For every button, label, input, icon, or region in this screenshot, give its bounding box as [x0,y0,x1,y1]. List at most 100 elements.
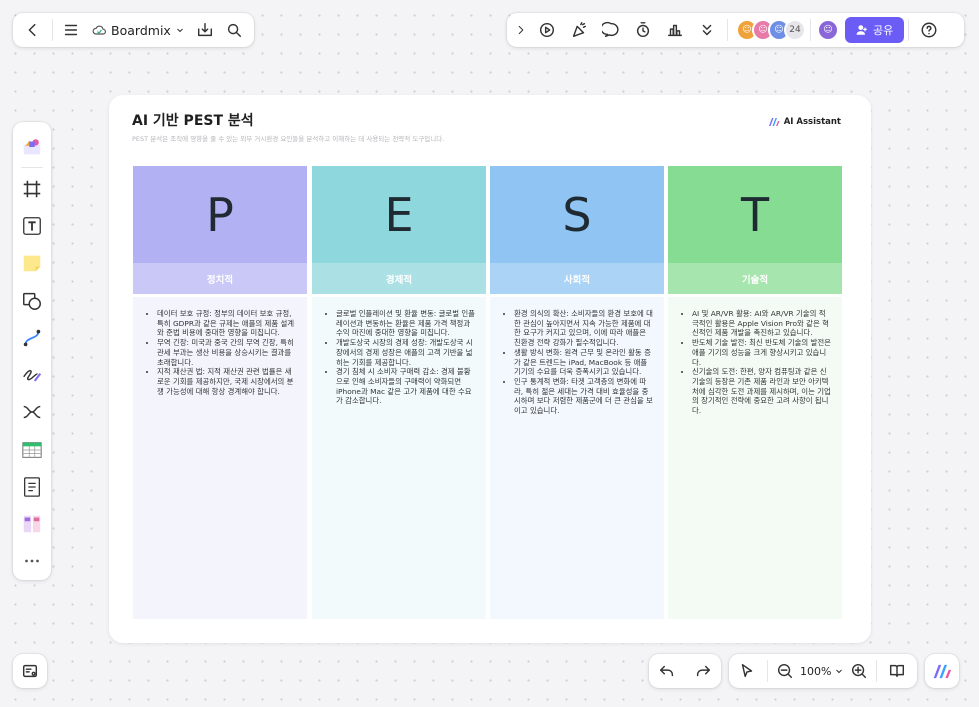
more-tools-button[interactable] [691,14,723,46]
kanban-tool[interactable] [13,505,51,542]
collapse-button[interactable] [511,14,531,46]
bottom-left-panel [13,654,47,688]
menu-button[interactable] [56,14,85,46]
factor-item: 개발도상국 시장의 경제 성장: 개발도상국 시장에서의 경제 성장은 애플의 … [336,338,476,367]
chevron-right-icon [518,25,524,35]
factor-item: 경기 침체 시 소비자 구매력 감소: 경제 불황으로 인해 소비자들의 구매력… [336,367,476,406]
pest-column-body[interactable]: AI 및 AR/VR 활용: AI와 AR/VR 기술의 적극적인 활용은 Ap… [668,297,842,619]
search-button[interactable] [219,14,248,46]
help-icon [921,22,937,38]
factor-list: 데이터 보호 규정: 정부의 데이터 보호 규정, 특히 GDPR과 같은 규제… [141,309,297,396]
select-tool-button[interactable] [731,655,763,687]
zoom-out-button[interactable] [772,655,798,687]
user-avatar[interactable]: ☺ [817,19,839,41]
document-tool[interactable] [13,468,51,505]
share-button[interactable]: 공유 [845,17,905,43]
pest-category-label: 사회적 [490,263,664,294]
top-left-toolbar: Boardmix [13,13,254,47]
vote-button[interactable] [659,14,691,46]
page-title: AI 기반 PEST 분석 [132,113,254,129]
factor-item: 데이터 보호 규정: 정부의 데이터 보호 규정, 특히 GDPR과 같은 규제… [157,309,297,338]
pest-column-body[interactable]: 데이터 보호 규정: 정부의 데이터 보호 규정, 특히 GDPR과 같은 규제… [133,297,307,619]
left-toolbar [13,122,51,580]
divider [810,19,811,41]
help-button[interactable] [913,14,945,46]
ai-button[interactable] [926,655,958,687]
pest-column-t[interactable]: T 기술적 [668,166,842,294]
ai-panel [925,654,959,688]
divider [21,167,43,169]
factor-item: AI 및 AR/VR 활용: AI와 AR/VR 기술의 적극적인 활용은 Ap… [692,309,832,338]
divider [876,660,878,682]
party-popper-icon [572,22,587,38]
redo-button[interactable] [687,655,719,687]
undo-icon [659,665,674,677]
comment-button[interactable] [595,14,627,46]
zoom-out-icon [777,663,793,679]
reading-mode-button[interactable] [881,655,913,687]
collaborators[interactable]: ☺ ☺ ☺ 24 [736,19,806,41]
frame-tool[interactable] [13,170,51,207]
more-tools-button[interactable] [13,543,51,580]
pest-category-label: 경제적 [312,263,486,294]
document-icon [24,477,40,497]
zoom-level-dropdown[interactable]: 100% [798,665,846,678]
book-icon [890,664,905,678]
zoom-level: 100% [800,664,832,678]
connector-icon [23,329,41,347]
app-switcher[interactable]: Boardmix [85,16,191,44]
cloud-icon [92,25,107,35]
connector-tool[interactable] [13,319,51,356]
sticky-note-tool[interactable] [13,245,51,282]
download-button[interactable] [191,14,220,46]
divider [908,19,910,41]
shapes-icon [23,292,41,310]
cursor-icon [741,663,753,678]
chevron-down-icon [176,28,183,33]
pest-category-label: 기술적 [668,263,842,294]
pest-column-e[interactable]: E 경제적 [312,166,486,294]
ai-logo-icon [933,664,952,678]
factor-item: 무역 긴장: 미국과 중국 간의 무역 긴장, 특히 관세 부과는 생산 비용을… [157,338,297,367]
timer-icon [636,22,650,38]
mindmap-tool[interactable] [13,394,51,431]
factor-list: 환경 의식의 확산: 소비자들의 환경 보호에 대한 관심이 높아지면서 지속 … [498,309,654,416]
celebrate-button[interactable] [563,14,595,46]
shape-tool[interactable] [13,282,51,319]
pest-column-body[interactable]: 환경 의식의 확산: 소비자들의 환경 보호에 대한 관심이 높아지면서 지속 … [490,297,664,619]
pest-letter: P [133,166,307,263]
pest-letter: T [668,166,842,263]
back-button[interactable] [19,14,48,46]
frame-icon [23,180,41,198]
kanban-icon [23,515,41,533]
collaborator-count[interactable]: 24 [784,19,806,41]
minimap-button[interactable] [14,655,46,687]
text-tool[interactable] [13,207,51,244]
factor-item: 인구 통계적 변화: 타겟 고객층의 변화에 따라, 특히 젊은 세대는 가격 … [514,377,654,416]
table-tool[interactable] [13,431,51,468]
templates-tool[interactable] [13,128,51,165]
pest-column-s[interactable]: S 사회적 [490,166,664,294]
ai-assistant-button[interactable]: AI Assistant [768,117,841,127]
pest-column-body[interactable]: 글로벌 인플레이션 및 환율 변동: 글로벌 인플레이션과 변동하는 환율은 제… [312,297,486,619]
factor-item: 환경 의식의 확산: 소비자들의 환경 보호에 대한 관심이 높아지면서 지속 … [514,309,654,348]
pen-tool[interactable] [13,356,51,393]
zoom-in-button[interactable] [846,655,872,687]
app-name: Boardmix [111,22,171,38]
text-icon [23,217,41,235]
factor-item: 지적 재산권 법: 지적 재산권 관련 법률은 새로운 기회를 제공하지만, 국… [157,367,297,396]
pest-board[interactable]: AI 기반 PEST 분석 PEST 분석은 조직에 영향을 줄 수 있는 외부… [109,95,871,643]
pest-letter: E [312,166,486,263]
timer-button[interactable] [627,14,659,46]
factor-item: 글로벌 인플레이션 및 환율 변동: 글로벌 인플레이션과 변동하는 환율은 제… [336,309,476,338]
pest-category-label: 정치적 [133,263,307,294]
chevron-down-icon [836,669,843,674]
factor-item: 생활 방식 변화: 원격 근무 및 온라인 활동 증가 같은 트렌드는 iPad… [514,348,654,377]
present-button[interactable] [531,14,563,46]
templates-icon [23,138,41,154]
share-label: 공유 [873,24,894,37]
factor-list: 글로벌 인플레이션 및 환율 변동: 글로벌 인플레이션과 변동하는 환율은 제… [320,309,476,406]
undo-button[interactable] [651,655,683,687]
pest-column-p[interactable]: P 정치적 [133,166,307,294]
ai-logo-icon [768,118,780,126]
